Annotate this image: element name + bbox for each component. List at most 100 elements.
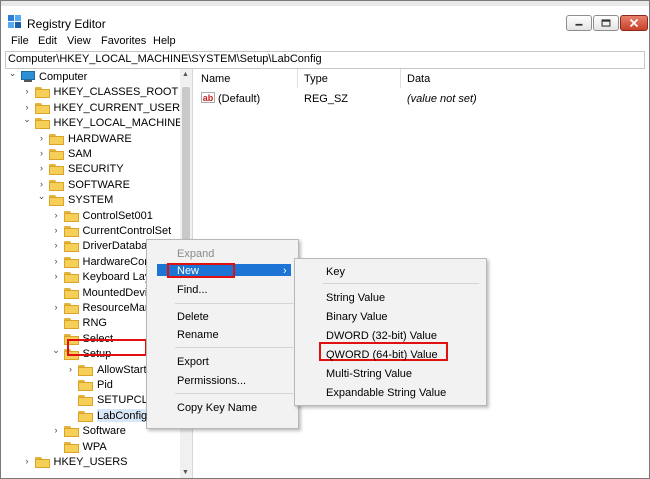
expand-chevron-icon[interactable]: ›	[37, 133, 46, 144]
expand-chevron-icon[interactable]: ›	[23, 102, 32, 113]
collapse-chevron-icon[interactable]: ⌄	[52, 345, 61, 356]
tree-node-label: ResourceMan	[82, 302, 151, 314]
column-header-data[interactable]: Data	[407, 73, 430, 85]
close-icon	[629, 18, 639, 28]
expand-chevron-icon[interactable]: ›	[52, 271, 61, 282]
expand-chevron-icon[interactable]: ›	[37, 179, 46, 190]
ctx-separator	[175, 347, 293, 348]
new-qword-value[interactable]: QWORD (64-bit) Value	[295, 346, 486, 364]
ctx-delete[interactable]: Delete	[147, 308, 298, 326]
ctx-rename[interactable]: Rename	[147, 326, 298, 344]
column-divider[interactable]	[400, 69, 401, 88]
new-qword-value-label: QWORD (64-bit) Value	[326, 349, 438, 361]
new-string-value[interactable]: String Value	[295, 289, 486, 307]
ctx-find[interactable]: Find...	[147, 281, 298, 299]
new-expandable-string-value[interactable]: Expandable String Value	[295, 384, 486, 402]
column-header-name[interactable]: Name	[201, 73, 230, 85]
collapse-chevron-icon[interactable]: ⌄	[37, 191, 46, 202]
no-expander	[52, 317, 61, 328]
new-string-value-label: String Value	[326, 292, 386, 304]
address-text[interactable]: Computer\HKEY_LOCAL_MACHINE\SYSTEM\Setup…	[8, 53, 322, 65]
folder-icon	[63, 256, 79, 268]
scroll-down-icon[interactable]: ▼	[182, 469, 189, 476]
folder-icon	[49, 133, 64, 145]
folder-icon	[63, 287, 79, 299]
expand-chevron-icon[interactable]: ›	[52, 225, 61, 236]
ctx-separator	[175, 303, 293, 304]
menu-favorites[interactable]: Favorites	[101, 35, 146, 47]
column-header-type[interactable]: Type	[304, 73, 328, 85]
context-menu: Expand New › Find... Delete Rename Export…	[146, 239, 299, 429]
ctx-copy-key-name[interactable]: Copy Key Name	[147, 399, 298, 417]
maximize-button[interactable]	[593, 15, 619, 31]
no-expander	[52, 287, 61, 298]
tree-node-label: SAM	[68, 148, 92, 160]
folder-icon	[49, 164, 64, 176]
new-key[interactable]: Key	[295, 263, 486, 281]
tree-node-label: SETUPCL	[97, 394, 148, 407]
value-type: REG_SZ	[304, 93, 349, 105]
tree-node-label: Software	[82, 425, 126, 438]
registry-editor-window: Registry Editor File Edit View Favorites…	[0, 0, 650, 479]
expand-chevron-icon[interactable]: ›	[23, 456, 32, 467]
scroll-up-icon[interactable]: ▲	[182, 71, 189, 78]
menu-view[interactable]: View	[67, 35, 91, 47]
tree-node-label: WPA	[82, 440, 107, 453]
tree-node-label: HKEY_CURRENT_USER	[53, 101, 181, 114]
new-multi-string-value[interactable]: Multi-String Value	[295, 365, 486, 383]
expand-chevron-icon[interactable]: ›	[66, 364, 75, 375]
window-title: Registry Editor	[27, 17, 106, 31]
no-expander	[52, 333, 61, 344]
new-expandable-string-value-label: Expandable String Value	[326, 387, 447, 399]
ctx-expand[interactable]: Expand	[147, 245, 298, 263]
no-expander	[66, 379, 75, 390]
folder-icon	[63, 441, 79, 453]
ctx-rename-label: Rename	[177, 329, 219, 341]
ctx-separator	[175, 393, 293, 394]
ctx-find-label: Find...	[177, 284, 208, 296]
address-bar[interactable]: Computer\HKEY_LOCAL_MACHINE\SYSTEM\Setup…	[5, 51, 645, 69]
tree-node-label: LabConfig	[97, 409, 148, 422]
labconfig-annotation-box	[67, 339, 147, 356]
tree-node-label: ControlSet001	[82, 209, 153, 222]
expand-chevron-icon[interactable]: ›	[52, 256, 61, 267]
close-button[interactable]	[620, 15, 648, 31]
no-expander	[66, 410, 75, 421]
expand-chevron-icon[interactable]: ›	[37, 148, 46, 159]
tree-node-label: HKEY_LOCAL_MACHINE	[53, 117, 183, 130]
column-divider[interactable]	[297, 69, 298, 88]
new-multi-string-value-label: Multi-String Value	[326, 368, 412, 380]
expand-chevron-icon[interactable]: ›	[52, 240, 61, 251]
title-bar[interactable]: Registry Editor	[1, 6, 649, 32]
expand-chevron-icon[interactable]: ›	[52, 425, 61, 436]
value-name: (Default)	[218, 93, 261, 105]
tree-node-label: HARDWARE	[68, 132, 132, 145]
folder-icon	[49, 195, 64, 207]
ctx-permissions[interactable]: Permissions...	[147, 372, 298, 390]
minimize-icon	[575, 23, 583, 26]
folder-icon	[34, 457, 50, 468]
expand-chevron-icon[interactable]: ›	[23, 86, 32, 97]
folder-icon	[63, 426, 79, 438]
tree-node-label: Keyboard Lay	[82, 271, 151, 284]
collapse-chevron-icon[interactable]: ⌄	[23, 114, 32, 125]
collapse-chevron-icon[interactable]: ⌄	[8, 68, 17, 79]
folder-icon	[49, 149, 64, 160]
expand-chevron-icon[interactable]: ›	[52, 302, 61, 313]
expand-chevron-icon[interactable]: ›	[37, 163, 46, 174]
menu-edit[interactable]: Edit	[38, 35, 57, 47]
new-binary-value-label: Binary Value	[326, 311, 388, 323]
tree-node-label: SOFTWARE	[68, 178, 130, 191]
new-annotation-box	[167, 263, 235, 278]
folder-icon	[34, 87, 50, 99]
new-binary-value[interactable]: Binary Value	[295, 308, 486, 326]
minimize-button[interactable]	[566, 15, 592, 31]
folder-icon	[63, 303, 79, 314]
menu-help[interactable]: Help	[153, 35, 176, 47]
expand-chevron-icon[interactable]: ›	[52, 210, 61, 221]
tree-node-label: MountedDevi	[82, 286, 148, 299]
menu-file[interactable]: File	[11, 35, 29, 47]
tree-node-label: HKEY_USERS	[53, 456, 128, 468]
ctx-export[interactable]: Export	[147, 353, 298, 371]
ctx-delete-label: Delete	[177, 311, 209, 323]
